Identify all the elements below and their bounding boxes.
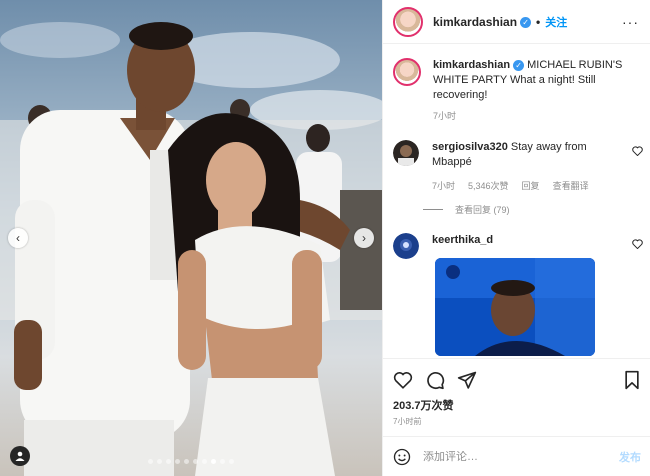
chevron-right-icon: ›	[362, 231, 366, 245]
commenter-avatar[interactable]	[393, 140, 419, 166]
next-slide-button[interactable]: ›	[354, 228, 374, 248]
heart-icon[interactable]	[632, 146, 643, 156]
view-replies-label: 查看回复 (79)	[455, 205, 510, 215]
carousel-dot	[175, 459, 180, 464]
caption-avatar[interactable]	[393, 58, 421, 86]
post-comment-button[interactable]: 发布	[619, 449, 641, 465]
reply-button[interactable]: 回复	[522, 179, 540, 194]
comment-item: sergiosilva320 Stay away from Mbappé 7小时…	[393, 140, 643, 194]
like-count[interactable]: 203.7万次赞	[393, 397, 641, 413]
carousel-dot	[193, 459, 198, 464]
post-time: 7小时前	[393, 417, 422, 426]
comment-username[interactable]: keerthika_d	[432, 234, 493, 246]
post-caption: kimkardashian ✓ MICHAEL RUBIN'S WHITE PAR…	[393, 58, 643, 124]
instagram-post-view: ‹ › kimkardashian ✓ • 关注 ··· kimkardashian ✓	[0, 0, 650, 476]
more-icon[interactable]: ···	[622, 14, 639, 30]
carousel-dot	[229, 459, 234, 464]
post-header: kimkardashian ✓ • 关注 ···	[383, 0, 650, 44]
replies-divider	[423, 209, 443, 210]
bookmark-icon[interactable]	[623, 370, 641, 390]
translate-button[interactable]: 查看翻译	[553, 179, 589, 194]
chevron-left-icon: ‹	[16, 231, 20, 245]
comment-like-count[interactable]: 5,346次赞	[468, 179, 509, 194]
tag-user-icon	[15, 451, 25, 461]
carousel-dot	[157, 459, 162, 464]
follow-button[interactable]: 关注	[545, 17, 567, 29]
post-actions: 203.7万次赞 7小时前	[383, 358, 650, 427]
post-photo	[0, 0, 382, 476]
carousel-dot	[184, 459, 189, 464]
share-icon[interactable]	[457, 370, 477, 390]
comment-input[interactable]	[423, 450, 593, 463]
post-media[interactable]: ‹ ›	[0, 0, 382, 476]
comment-icon[interactable]	[425, 370, 445, 390]
carousel-dot	[166, 459, 171, 464]
previous-slide-button[interactable]: ‹	[8, 228, 28, 248]
verified-icon: ✓	[513, 59, 525, 71]
verified-icon: ✓	[520, 16, 532, 28]
author-username[interactable]: kimkardashian	[433, 15, 517, 29]
comment-image[interactable]	[435, 258, 595, 356]
comment-time: 7小时	[432, 181, 456, 191]
comment-item: keerthika_d	[393, 233, 643, 259]
comment-username[interactable]: sergiosilva320	[432, 141, 508, 153]
emoji-icon[interactable]	[393, 448, 411, 466]
avatar[interactable]	[393, 6, 423, 37]
caption-username[interactable]: kimkardashian	[433, 59, 510, 71]
commenter-avatar[interactable]	[393, 233, 419, 259]
carousel-dot	[211, 459, 216, 464]
carousel-dot	[202, 459, 207, 464]
heart-icon[interactable]	[393, 371, 413, 389]
carousel-dot	[148, 459, 153, 464]
view-replies-button[interactable]: 查看回复 (79)	[423, 203, 510, 216]
comment-composer: 发布	[383, 436, 650, 476]
heart-icon[interactable]	[632, 239, 643, 249]
carousel-indicator	[0, 459, 382, 464]
separator-dot: •	[536, 14, 541, 29]
post-side-panel: kimkardashian ✓ • 关注 ··· kimkardashian ✓ MIC…	[382, 0, 650, 476]
caption-time: 7小时	[433, 111, 457, 121]
carousel-dot	[220, 459, 225, 464]
tagged-users-button[interactable]	[10, 446, 30, 466]
